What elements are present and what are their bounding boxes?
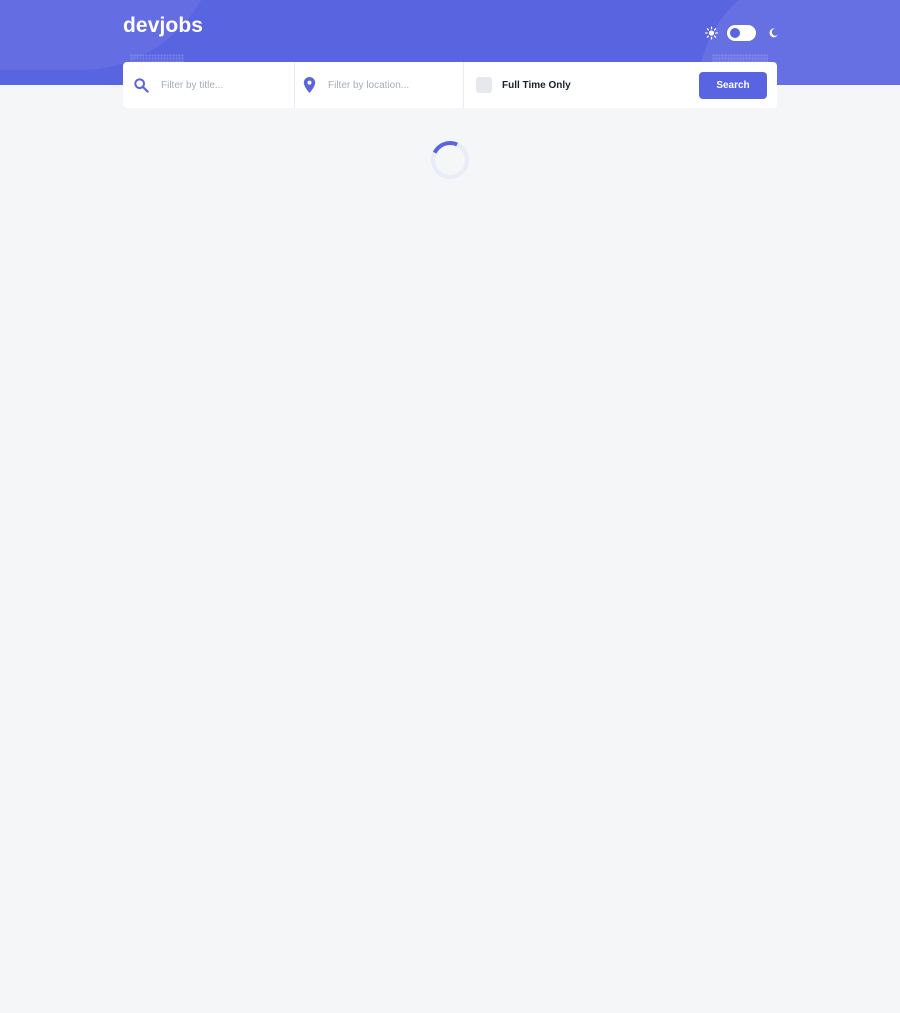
fulltime-filter: Full Time Only	[464, 62, 694, 108]
location-filter	[295, 62, 463, 108]
header-decoration-dots-right	[712, 54, 768, 62]
theme-switch-knob	[730, 28, 741, 38]
search-bar: Full Time Only Search	[123, 62, 777, 108]
search-icon	[134, 78, 149, 93]
header-decoration-dots-left	[130, 54, 184, 62]
loading-spinner	[425, 135, 475, 185]
logo[interactable]: devjobs	[123, 14, 203, 38]
search-button[interactable]: Search	[699, 72, 767, 99]
fulltime-checkbox[interactable]	[476, 77, 492, 93]
title-filter	[123, 62, 294, 108]
location-filter-input[interactable]	[326, 78, 446, 92]
location-pin-icon	[303, 77, 316, 93]
fulltime-label[interactable]: Full Time Only	[502, 80, 571, 91]
title-filter-input[interactable]	[159, 78, 279, 92]
theme-toggle[interactable]	[705, 24, 779, 42]
moon-icon	[769, 28, 778, 38]
sun-icon	[705, 26, 719, 40]
theme-switch[interactable]	[727, 25, 756, 41]
